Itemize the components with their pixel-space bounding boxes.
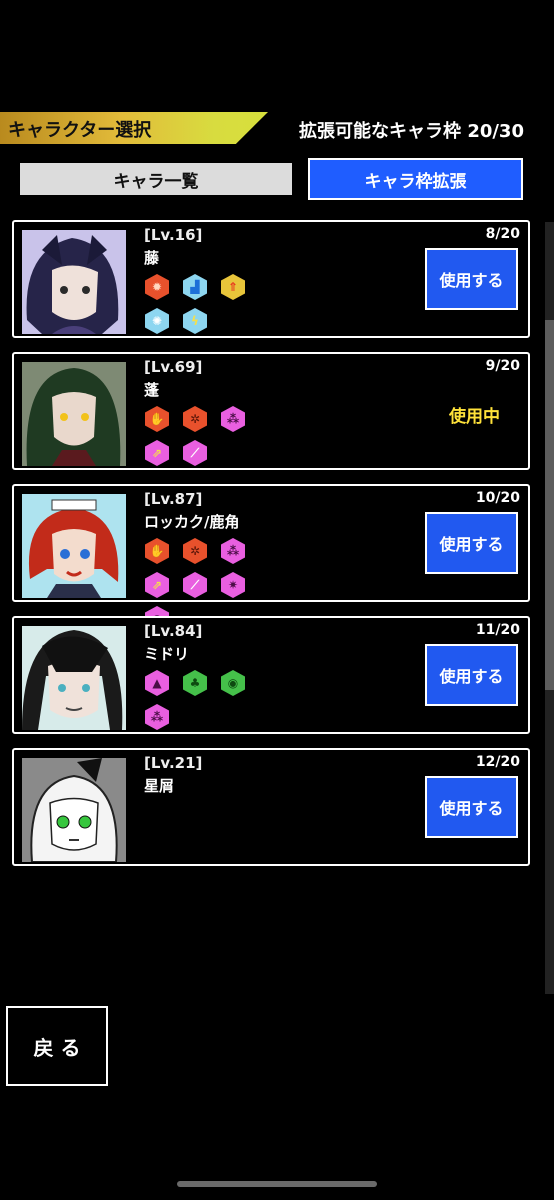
stairs-icon: ▟ — [183, 274, 207, 300]
character-level: [Lv.87] — [144, 490, 203, 508]
character-name: 星屑 — [144, 777, 175, 795]
hands-icon: ✋ — [145, 538, 169, 564]
slot-number: 10/20 — [475, 490, 520, 506]
burst-icon: ✷ — [221, 572, 245, 598]
swirl-icon: ✲ — [183, 406, 207, 432]
home-indicator — [177, 1181, 377, 1187]
skill-icons: ▲ ♣ ◉ ⁂ — [145, 670, 295, 738]
character-portrait — [22, 230, 126, 334]
arrows-icon: ⇗ — [145, 572, 169, 598]
rocket-icon: ▲ — [145, 670, 169, 696]
screen-title-banner: キャラクター選択 — [0, 112, 268, 144]
tab-expand-slots[interactable]: キャラ枠拡張 — [308, 158, 523, 200]
character-card[interactable]: [Lv.16] 藤 8/20 ✹ ▟ ⇑ ✺ ϟ 使用する — [12, 220, 530, 338]
slot-number: 9/20 — [485, 358, 520, 374]
flame-icon: ✹ — [145, 274, 169, 300]
character-portrait — [22, 362, 126, 466]
use-button[interactable]: 使用する — [425, 644, 518, 706]
shield-icon: ◉ — [221, 670, 245, 696]
character-level: [Lv.21] — [144, 754, 203, 772]
sparkle-icon: ⁂ — [221, 406, 245, 432]
character-card[interactable]: [Lv.87]ロッカク/鹿角10/20✋✲⁂⇗⟋✷◠使用する — [12, 484, 530, 632]
swirl-icon: ✲ — [183, 538, 207, 564]
character-portrait — [22, 758, 126, 862]
character-portrait — [22, 626, 126, 730]
use-button[interactable]: 使用する — [425, 776, 518, 838]
sparkle-icon: ⁂ — [221, 538, 245, 564]
character-level: [Lv.84] — [144, 622, 203, 640]
character-level: [Lv.69] — [144, 358, 203, 376]
screen-title: キャラクター選択 — [8, 120, 152, 141]
character-card[interactable]: [Lv.84] ミドリ 11/20 ▲ ♣ ◉ ⁂ 使用する — [12, 616, 530, 734]
character-card[interactable]: [Lv.69] 蓬 9/20 ✋ ✲ ⁂ ⇗ ⟋ 使用中 — [12, 352, 530, 470]
character-level: [Lv.16] — [144, 226, 203, 244]
arrows-icon: ⇗ — [145, 440, 169, 466]
character-list[interactable]: [Lv.75]シロクイ7/20❄✚♥✚⇑⬆✚❀使用する[Lv.16]藤8/20✹… — [0, 220, 554, 995]
bolt-icon: ϟ — [183, 308, 207, 334]
tab-character-list[interactable]: キャラ一覧 — [20, 163, 292, 195]
character-name: 蓬 — [144, 381, 160, 399]
skill-icons: ✹ ▟ ⇑ ✺ ϟ — [145, 274, 295, 342]
slot-number: 11/20 — [475, 622, 520, 638]
back-button[interactable]: 戻 る — [6, 1006, 108, 1086]
use-button[interactable]: 使用する — [425, 512, 518, 574]
character-name: ロッカク/鹿角 — [144, 513, 240, 531]
slot-number: 8/20 — [485, 226, 520, 242]
character-name: ミドリ — [144, 645, 190, 663]
skill-icons: ✋ ✲ ⁂ ⇗ ⟋ — [145, 406, 295, 474]
use-button[interactable]: 使用する — [425, 248, 518, 310]
clover-icon: ♣ — [183, 670, 207, 696]
wand-icon: ⟋ — [183, 572, 207, 598]
arrow-up-icon: ⇑ — [221, 274, 245, 300]
slot-number: 12/20 — [475, 754, 520, 770]
in-use-label: 使用中 — [449, 407, 500, 427]
hands-icon: ✋ — [145, 406, 169, 432]
light-icon: ✺ — [145, 308, 169, 334]
character-name: 藤 — [144, 249, 160, 267]
slot-counter: 拡張可能なキャラ枠 20/30 — [299, 121, 524, 142]
character-portrait — [22, 494, 126, 598]
wand-icon: ⟋ — [183, 440, 207, 466]
scrollbar-thumb[interactable] — [545, 320, 554, 690]
sparkle-icon: ⁂ — [145, 704, 169, 730]
character-card[interactable]: [Lv.21] 星屑 12/20 使用する — [12, 748, 530, 866]
